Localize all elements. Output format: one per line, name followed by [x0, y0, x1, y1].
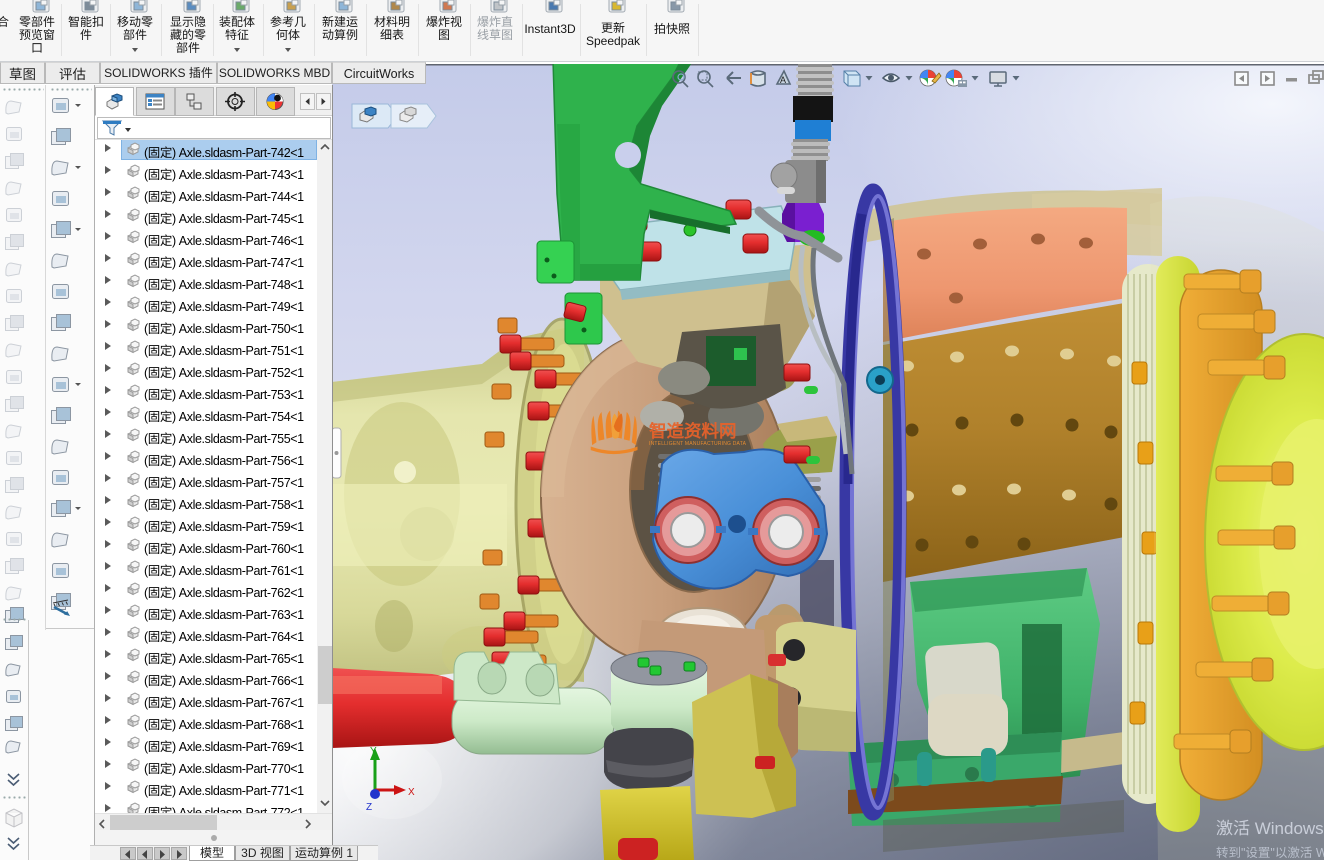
svg-text:X: X — [408, 783, 415, 798]
svg-text:Y: Y — [370, 742, 377, 757]
svg-text:Z: Z — [366, 798, 372, 813]
svg-text:A: A — [780, 73, 786, 86]
svg-text:INTELLIGENT MANUFACTURING DATA: INTELLIGENT MANUFACTURING DATA — [649, 440, 747, 447]
svg-text:激活 Windows: 激活 Windows — [1216, 814, 1324, 839]
svg-text:转到"设置"以激活 Windows。: 转到"设置"以激活 Windows。 — [1216, 842, 1324, 860]
